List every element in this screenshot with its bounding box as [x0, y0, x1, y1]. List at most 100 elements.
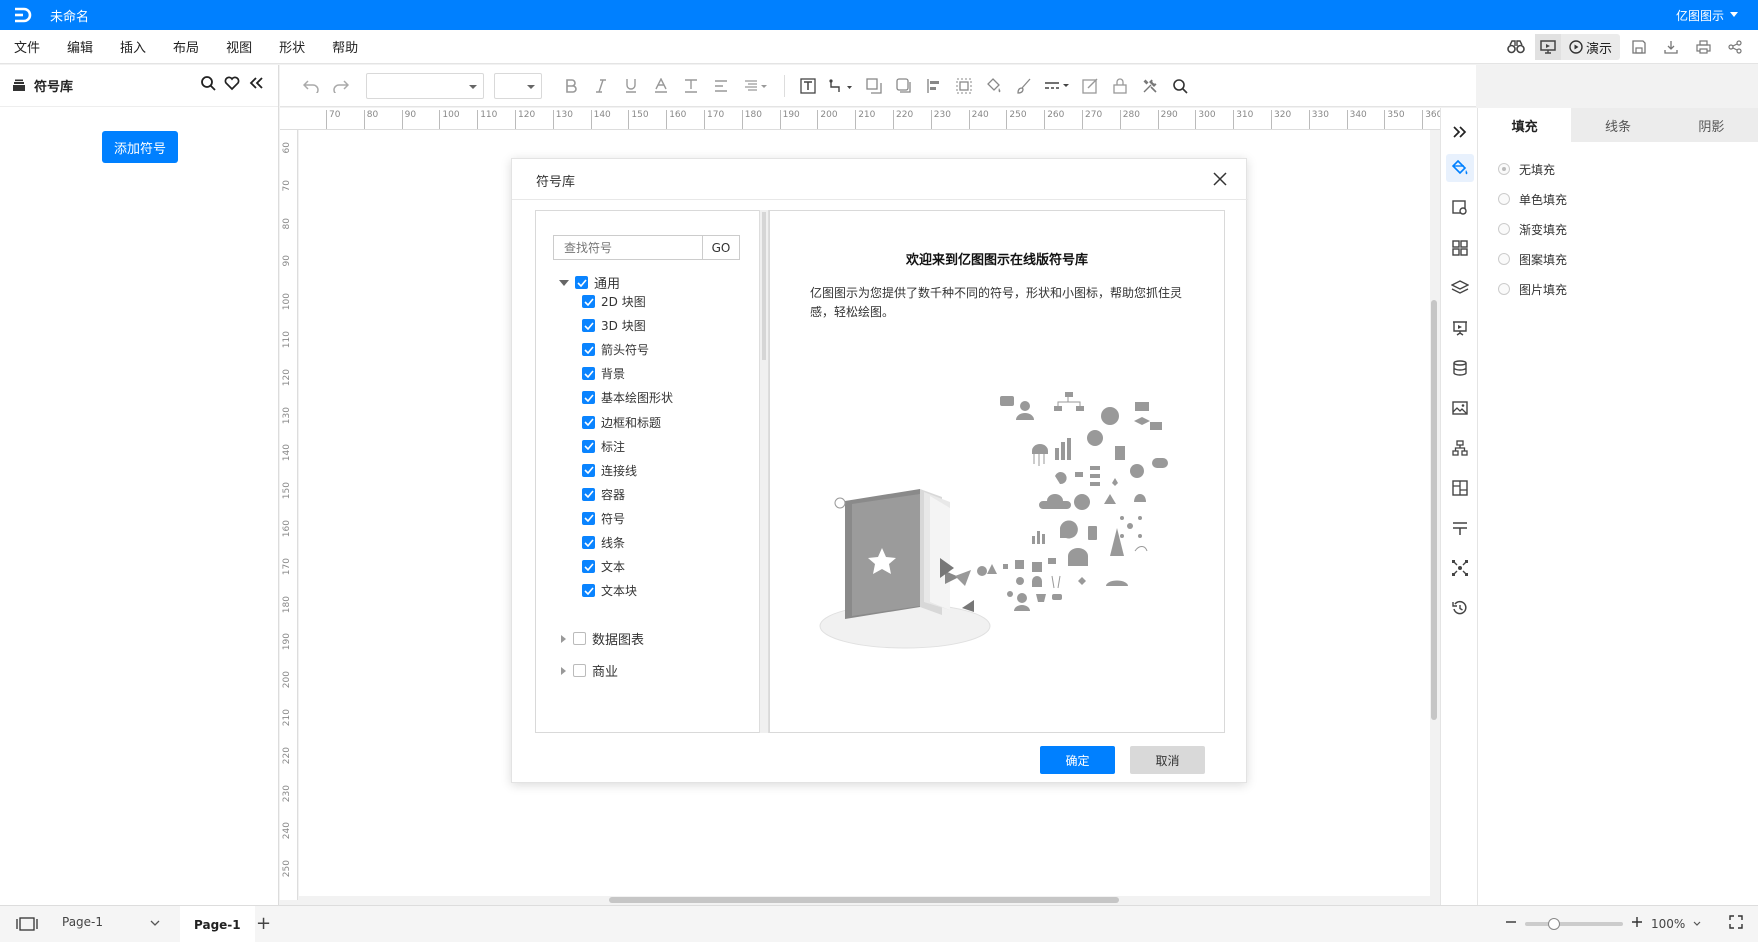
expand-caret-icon[interactable]: [561, 634, 566, 643]
line-spacing-icon[interactable]: [736, 71, 776, 101]
history-icon[interactable]: [1446, 594, 1474, 622]
fill-option-none[interactable]: 无填充: [1478, 154, 1758, 184]
page-tab[interactable]: Page-1: [180, 906, 255, 942]
fill-option-gradient[interactable]: 渐变填充: [1478, 214, 1758, 244]
underline-icon[interactable]: [616, 71, 646, 101]
cancel-button[interactable]: 取消: [1130, 746, 1205, 774]
ok-button[interactable]: 确定: [1040, 746, 1115, 774]
shape-style-icon[interactable]: [1446, 194, 1474, 222]
connector-icon[interactable]: [823, 71, 859, 101]
heart-icon[interactable]: [224, 75, 240, 95]
find-icon[interactable]: [1165, 71, 1195, 101]
align-left-icon[interactable]: [919, 71, 949, 101]
connect-points-icon[interactable]: [1446, 554, 1474, 582]
fill-option-picture[interactable]: 图片填充: [1478, 274, 1758, 304]
bring-front-icon[interactable]: [859, 71, 889, 101]
grid-icon[interactable]: [1446, 234, 1474, 262]
expand-caret-icon[interactable]: [561, 666, 566, 675]
tools-icon[interactable]: [1135, 71, 1165, 101]
category-checkbox[interactable]: [573, 664, 586, 677]
layers-icon[interactable]: [1446, 274, 1474, 302]
menu-item[interactable]: 编辑: [67, 37, 106, 56]
radio-button[interactable]: [1498, 283, 1510, 295]
redo-icon[interactable]: [326, 71, 356, 101]
expand-caret-icon[interactable]: [559, 279, 569, 286]
search-icon[interactable]: [200, 75, 216, 95]
tab-line[interactable]: 线条: [1571, 108, 1664, 142]
subcategory-item[interactable]: 背景: [582, 365, 625, 382]
horizontal-scrollbar[interactable]: [299, 896, 1430, 904]
image-icon[interactable]: [1446, 394, 1474, 422]
symbol-search-input[interactable]: [554, 236, 702, 259]
app-logo-icon[interactable]: [12, 4, 38, 26]
menu-item[interactable]: 形状: [279, 37, 318, 56]
subcategory-checkbox[interactable]: [582, 415, 595, 429]
page-panel-icon[interactable]: [16, 917, 38, 935]
shadow-icon[interactable]: [889, 71, 919, 101]
expand-panel-icon[interactable]: [1446, 118, 1474, 146]
menu-item[interactable]: 插入: [120, 37, 159, 56]
zoom-level[interactable]: 100%: [1651, 917, 1685, 931]
subcategory-checkbox[interactable]: [582, 439, 595, 453]
group-icon[interactable]: [949, 71, 979, 101]
fill-bucket-icon[interactable]: [979, 71, 1009, 101]
menu-item[interactable]: 视图: [226, 37, 265, 56]
menu-item[interactable]: 文件: [14, 37, 53, 56]
subcategory-checkbox[interactable]: [582, 319, 595, 333]
subcategory-item[interactable]: 文本块: [582, 582, 637, 599]
align-icon[interactable]: [706, 71, 736, 101]
category-root[interactable]: 通用: [559, 273, 620, 292]
subcategory-item[interactable]: 线条: [582, 534, 625, 551]
fill-option-pattern[interactable]: 图案填充: [1478, 244, 1758, 274]
subcategory-item[interactable]: 容器: [582, 486, 625, 503]
subcategory-item[interactable]: 边框和标题: [582, 414, 661, 431]
document-title[interactable]: 未命名: [50, 6, 89, 25]
radio-button[interactable]: [1498, 193, 1510, 205]
category-scrollbar[interactable]: [759, 210, 769, 733]
tab-fill[interactable]: 填充: [1478, 108, 1572, 142]
font-family-select[interactable]: [366, 72, 484, 99]
collapse-panel-icon[interactable]: [248, 75, 264, 95]
print-icon[interactable]: [1690, 34, 1716, 60]
subcategory-item[interactable]: 箭头符号: [582, 341, 649, 358]
collapsed-category-item[interactable]: 商业: [561, 661, 618, 680]
font-size-select[interactable]: [494, 72, 542, 99]
binoculars-icon[interactable]: [1503, 34, 1529, 60]
subcategory-item[interactable]: 符号: [582, 510, 625, 527]
text-box-icon[interactable]: [793, 71, 823, 101]
subcategory-checkbox[interactable]: [582, 367, 595, 381]
text-format-icon[interactable]: [676, 71, 706, 101]
zoom-slider[interactable]: [1525, 917, 1623, 930]
database-icon[interactable]: [1446, 354, 1474, 382]
edit-shape-icon[interactable]: [1075, 71, 1105, 101]
menu-item[interactable]: 帮助: [332, 37, 371, 56]
subcategory-checkbox[interactable]: [582, 295, 595, 308]
presentation-icon[interactable]: [1446, 314, 1474, 342]
subcategory-checkbox[interactable]: [582, 511, 595, 525]
download-icon[interactable]: [1658, 34, 1684, 60]
search-go-button[interactable]: GO: [702, 236, 739, 259]
subcategory-checkbox[interactable]: [582, 584, 595, 598]
collapsed-category-item[interactable]: 数据图表: [561, 629, 644, 648]
zoom-in-icon[interactable]: [1631, 916, 1643, 931]
bold-icon[interactable]: [556, 71, 586, 101]
fill-style-icon[interactable]: [1446, 154, 1474, 182]
save-icon[interactable]: [1626, 34, 1652, 60]
subcategory-item[interactable]: 文本: [582, 558, 625, 575]
subcategory-checkbox[interactable]: [582, 391, 595, 405]
line-style-icon[interactable]: [1039, 71, 1075, 101]
fill-option-solid[interactable]: 单色填充: [1478, 184, 1758, 214]
fullscreen-icon[interactable]: [1729, 915, 1744, 932]
vertical-scroll-thumb[interactable]: [1431, 300, 1437, 720]
zoom-out-icon[interactable]: [1505, 916, 1517, 931]
menu-item[interactable]: 布局: [173, 37, 212, 56]
vertical-scrollbar[interactable]: [1430, 130, 1438, 900]
text-style-icon[interactable]: [1446, 514, 1474, 542]
tab-shadow[interactable]: 阴影: [1665, 108, 1758, 142]
presentation-screen-icon[interactable]: [1534, 34, 1561, 60]
italic-icon[interactable]: [586, 71, 616, 101]
radio-button[interactable]: [1498, 163, 1510, 175]
subcategory-item[interactable]: 3D 块图: [582, 317, 646, 334]
category-checkbox[interactable]: [575, 276, 588, 289]
subcategory-item[interactable]: 基本绘图形状: [582, 389, 673, 406]
